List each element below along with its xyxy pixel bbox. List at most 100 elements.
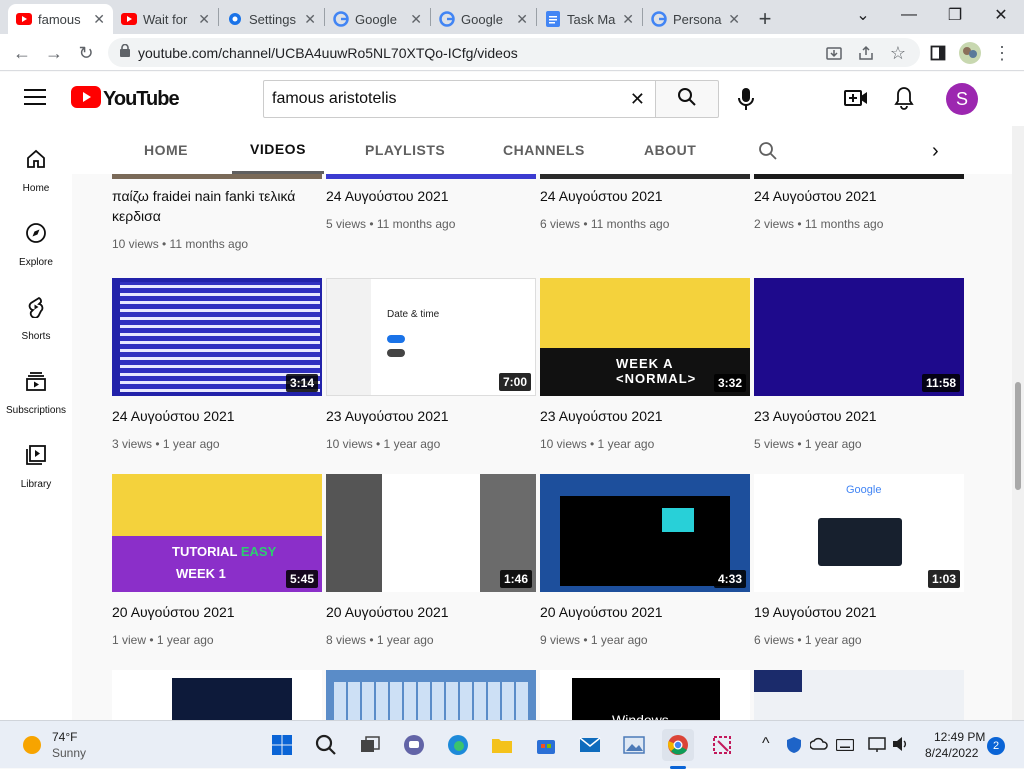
close-icon[interactable]: ✕ [622,11,634,28]
volume-icon[interactable] [892,736,910,757]
chrome-icon[interactable] [662,729,694,761]
sidebar-item-home[interactable]: Home [0,126,72,200]
search-icon[interactable] [310,729,342,761]
browser-tab-settings[interactable]: Settings ✕ [219,4,324,34]
sidebar-item-library[interactable]: Library [0,422,72,496]
tabs-scroll-right-icon[interactable]: › [932,140,939,163]
show-hidden-icons-chevron-icon[interactable]: ^ [762,735,770,753]
video-title[interactable]: 20 Αυγούστου 2021 [112,602,322,622]
video-thumbnail[interactable] [112,670,322,720]
snipping-tool-icon[interactable] [706,729,738,761]
browser-menu-icon[interactable]: ⋮ [988,39,1016,67]
display-icon[interactable] [868,737,886,758]
photos-icon[interactable] [618,729,650,761]
minimize-button[interactable]: — [886,0,932,30]
scrollbar-thumb[interactable] [1015,382,1021,490]
browser-tab-google-1[interactable]: Google ✕ [325,4,430,34]
video-thumbnail[interactable]: 3:14 [112,278,322,396]
video-thumbnail[interactable] [754,174,964,179]
weather-description[interactable]: Sunny [52,746,86,760]
tab-home[interactable]: HOME [144,126,188,174]
video-thumbnail[interactable]: WEEK A <NORMAL> 3:32 [540,278,750,396]
browser-tab-task-manager[interactable]: Task Ma ✕ [537,4,642,34]
install-icon[interactable] [820,39,848,67]
clock-date[interactable]: 8/24/2022 [925,746,978,760]
video-title[interactable]: 24 Αυγούστου 2021 [326,186,536,206]
video-title[interactable]: 23 Αυγούστου 2021 [326,406,536,426]
browser-tab-wait-for[interactable]: Wait for ✕ [113,4,218,34]
notifications-bell-icon[interactable] [894,86,914,115]
weather-temperature[interactable]: 74°F [52,730,77,744]
video-title[interactable]: 23 Αυγούστου 2021 [754,406,964,426]
account-avatar[interactable]: S [946,83,978,115]
close-icon[interactable]: ✕ [304,11,316,28]
video-title[interactable]: 24 Αυγούστου 2021 [754,186,964,206]
video-title[interactable]: παίζω fraidei nain fanki τελικά κερδισα [112,186,322,226]
video-thumbnail[interactable] [540,174,750,179]
file-explorer-icon[interactable] [486,729,518,761]
reload-button[interactable]: ↻ [72,39,100,67]
video-title[interactable]: 23 Αυγούστου 2021 [540,406,750,426]
video-thumbnail[interactable]: Google 1:03 [754,474,964,592]
new-tab-button[interactable]: + [748,4,782,34]
search-button[interactable] [655,80,719,118]
video-title[interactable]: 24 Αυγούστου 2021 [540,186,750,206]
task-view-icon[interactable] [354,729,386,761]
security-shield-icon[interactable] [786,736,802,759]
bookmark-star-icon[interactable]: ☆ [884,39,912,67]
share-icon[interactable] [852,39,880,67]
close-icon[interactable]: ✕ [93,11,105,28]
search-input[interactable]: famous aristotelis ✕ [263,80,656,118]
restore-button[interactable]: ❐ [932,0,978,30]
tab-about[interactable]: ABOUT [644,126,696,174]
sidebar-item-shorts[interactable]: Shorts [0,274,72,348]
video-thumbnail[interactable] [326,670,536,720]
video-title[interactable]: 20 Αυγούστου 2021 [540,602,750,622]
browser-tab-google-2[interactable]: Google ✕ [431,4,536,34]
video-title[interactable]: 20 Αυγούστου 2021 [326,602,536,622]
forward-button[interactable]: → [40,39,68,67]
video-thumbnail[interactable]: Windows [540,670,750,720]
teams-chat-icon[interactable] [398,729,430,761]
address-bar[interactable]: youtube.com/channel/UCBA4uuwRo5NL70XTQo-… [108,38,920,67]
tab-channels[interactable]: CHANNELS [503,126,585,174]
tab-videos[interactable]: VIDEOS [232,126,324,174]
clock-time[interactable]: 12:49 PM [934,730,985,744]
weather-sun-icon[interactable] [22,735,42,760]
close-icon[interactable]: ✕ [198,11,210,28]
close-icon[interactable]: ✕ [410,11,422,28]
video-thumbnail[interactable]: 11:58 [754,278,964,396]
keyboard-icon[interactable] [835,738,855,756]
microphone-icon[interactable] [736,86,756,117]
create-video-icon[interactable] [844,88,868,113]
store-icon[interactable] [530,729,562,761]
close-icon[interactable]: ✕ [516,11,528,28]
video-thumbnail[interactable]: Date & time 7:00 [326,278,536,396]
clear-search-icon[interactable]: ✕ [630,89,645,110]
video-thumbnail[interactable]: 1:46 [326,474,536,592]
browser-tab-personal[interactable]: Persona ✕ [643,4,748,34]
start-button[interactable] [266,729,298,761]
sidebar-item-subscriptions[interactable]: Subscriptions [0,348,72,422]
back-button[interactable]: ← [8,39,36,67]
video-thumbnail[interactable] [326,174,536,179]
video-thumbnail[interactable] [112,174,322,179]
edge-browser-icon[interactable] [442,729,474,761]
video-thumbnail[interactable]: 4:33 [540,474,750,592]
video-title[interactable]: 19 Αυγούστου 2021 [754,602,964,622]
side-panel-icon[interactable] [924,39,952,67]
close-window-button[interactable]: ✕ [978,0,1024,30]
video-title[interactable]: 24 Αυγούστου 2021 [112,406,322,426]
page-scrollbar[interactable] [1012,126,1024,720]
tab-playlists[interactable]: PLAYLISTS [365,126,445,174]
profile-avatar[interactable] [956,39,984,67]
video-thumbnail[interactable]: TUTORIAL EASY WEEK 1 5:45 [112,474,322,592]
close-icon[interactable]: ✕ [728,11,740,28]
browser-tab-famous[interactable]: famous ✕ [8,4,113,34]
hamburger-menu-icon[interactable] [24,89,46,107]
mail-icon[interactable] [574,729,606,761]
channel-search-icon[interactable] [758,141,778,166]
video-thumbnail[interactable] [754,670,964,720]
cloud-icon[interactable] [809,737,828,756]
youtube-logo[interactable]: YouTube [71,86,180,113]
